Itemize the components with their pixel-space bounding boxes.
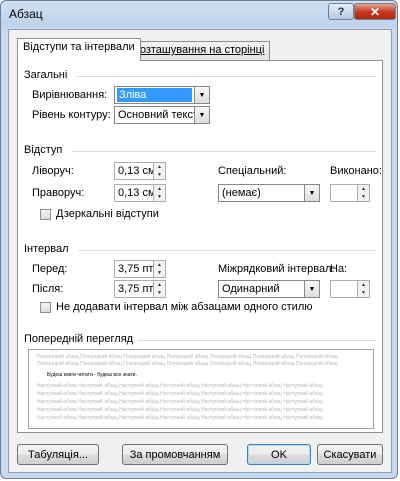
left-indent-label: Ліворуч: xyxy=(32,165,74,177)
space-after-input[interactable]: 3,75 пт ▲ ▼ xyxy=(114,280,166,298)
spacing-group-title: Інтервал xyxy=(24,243,69,255)
spin-down-icon[interactable]: ▼ xyxy=(153,269,165,277)
space-after-label: Після: xyxy=(32,283,64,295)
right-indent-label: Праворуч: xyxy=(32,187,85,199)
special-indent-value: (немає) xyxy=(222,187,261,199)
special-indent-select[interactable]: (немає) ▼ xyxy=(218,184,320,202)
mirror-indents-label: Дзеркальні відступи xyxy=(56,208,159,220)
space-after-value: 3,75 пт xyxy=(118,283,154,295)
set-as-default-label: За промовчанням xyxy=(129,448,221,461)
indent-by-input[interactable]: ▲ ▼ xyxy=(330,184,370,202)
preview-next-line: Наступний абзац Наступний абзац Наступни… xyxy=(37,415,323,421)
chevron-down-icon: ▼ xyxy=(304,281,319,297)
dialog-body: Відступи та інтервали Розташування на ст… xyxy=(8,29,392,473)
alignment-value: Зліва xyxy=(117,88,192,102)
divider xyxy=(76,76,376,77)
general-group-title: Загальні xyxy=(24,69,68,81)
divider xyxy=(72,151,376,152)
tabs-button-label: Табуляція... xyxy=(28,448,88,461)
outline-level-select[interactable]: Основний текст ▼ xyxy=(114,106,210,124)
close-icon: ✕ xyxy=(369,4,381,19)
special-indent-label: Спеціальний: xyxy=(218,165,287,177)
indent-by-label: Виконано: xyxy=(330,165,382,177)
mirror-indents-checkbox[interactable] xyxy=(40,209,51,220)
alignment-select[interactable]: Зліва ▼ xyxy=(114,86,210,104)
paragraph-dialog: Абзац ? ✕ Відступи та інтервали Розташув… xyxy=(0,0,398,479)
preview-next-line: Наступний абзац Наступний абзац Наступни… xyxy=(37,399,323,405)
spin-down-icon[interactable]: ▼ xyxy=(357,289,369,297)
set-as-default-button[interactable]: За промовчанням xyxy=(122,444,228,465)
close-button[interactable]: ✕ xyxy=(354,3,396,20)
tab-indents-spacing[interactable]: Відступи та інтервали xyxy=(17,38,141,61)
chevron-down-icon: ▼ xyxy=(194,107,209,123)
outline-level-value: Основний текст xyxy=(118,109,199,121)
cancel-label: Скасувати xyxy=(323,448,377,461)
preview-group-title: Попередній перегляд xyxy=(24,333,134,345)
cancel-button[interactable]: Скасувати xyxy=(317,444,383,465)
line-spacing-label: Міжрядковий інтервал: xyxy=(218,263,335,275)
right-indent-input[interactable]: 0,13 см ▲ ▼ xyxy=(114,184,166,202)
preview-next-line: Наступний абзац Наступний абзац Наступни… xyxy=(37,383,323,389)
ok-button[interactable]: OK xyxy=(247,444,311,465)
preview-next-line: Наступний абзац Наступний абзац Наступни… xyxy=(37,407,323,413)
tab-label: Відступи та інтервали xyxy=(23,41,135,53)
preview-current-line: Будеш книги читати - будеш все знати. xyxy=(47,372,137,378)
outline-level-label: Рівень контуру: xyxy=(32,109,111,121)
chevron-down-icon: ▼ xyxy=(194,87,209,103)
tabs-button[interactable]: Табуляція... xyxy=(17,444,99,465)
line-spacing-at-label: На: xyxy=(330,263,348,275)
space-before-value: 3,75 пт xyxy=(118,263,154,275)
spin-down-icon[interactable]: ▼ xyxy=(153,289,165,297)
line-spacing-select[interactable]: Одинарний ▼ xyxy=(218,280,320,298)
spin-down-icon[interactable]: ▼ xyxy=(357,193,369,201)
space-before-input[interactable]: 3,75 пт ▲ ▼ xyxy=(114,260,166,278)
line-spacing-value: Одинарний xyxy=(222,283,280,295)
tab-line-page-breaks[interactable]: Розташування на сторінці xyxy=(127,41,271,61)
preview-next-line: Наступний абзац Наступний абзац Наступни… xyxy=(37,391,323,397)
space-before-label: Перед: xyxy=(32,263,68,275)
window-title: Абзац xyxy=(9,7,43,21)
indent-group-title: Відступ xyxy=(24,144,63,156)
left-indent-input[interactable]: 0,13 см ▲ ▼ xyxy=(114,162,166,180)
spin-down-icon[interactable]: ▼ xyxy=(153,193,165,201)
ok-label: OK xyxy=(271,448,287,461)
alignment-label: Вирівнювання: xyxy=(32,89,108,101)
spin-down-icon[interactable]: ▼ xyxy=(153,171,165,179)
tab-label: Розташування на сторінці xyxy=(133,44,265,56)
paragraph-preview: Попередній абзац Попередній абзац Попере… xyxy=(28,349,374,429)
chevron-down-icon: ▼ xyxy=(304,185,319,201)
no-space-same-style-label: Не додавати інтервал між абзацами одного… xyxy=(56,301,313,313)
divider xyxy=(78,250,376,251)
help-icon: ? xyxy=(337,5,345,18)
line-spacing-at-input[interactable]: ▲ ▼ xyxy=(330,280,370,298)
left-indent-value: 0,13 см xyxy=(118,165,156,177)
preview-previous-line: Попередній абзац Попередній абзац Попере… xyxy=(37,361,338,367)
tab-panel: Загальні Вирівнювання: Зліва ▼ Рівень ко… xyxy=(17,60,383,433)
right-indent-value: 0,13 см xyxy=(118,187,156,199)
divider xyxy=(138,340,376,341)
no-space-same-style-checkbox[interactable] xyxy=(40,302,51,313)
title-bar[interactable]: Абзац ? ✕ xyxy=(1,1,397,27)
preview-previous-line: Попередній абзац Попередній абзац Попере… xyxy=(37,354,338,360)
help-button[interactable]: ? xyxy=(328,3,354,20)
